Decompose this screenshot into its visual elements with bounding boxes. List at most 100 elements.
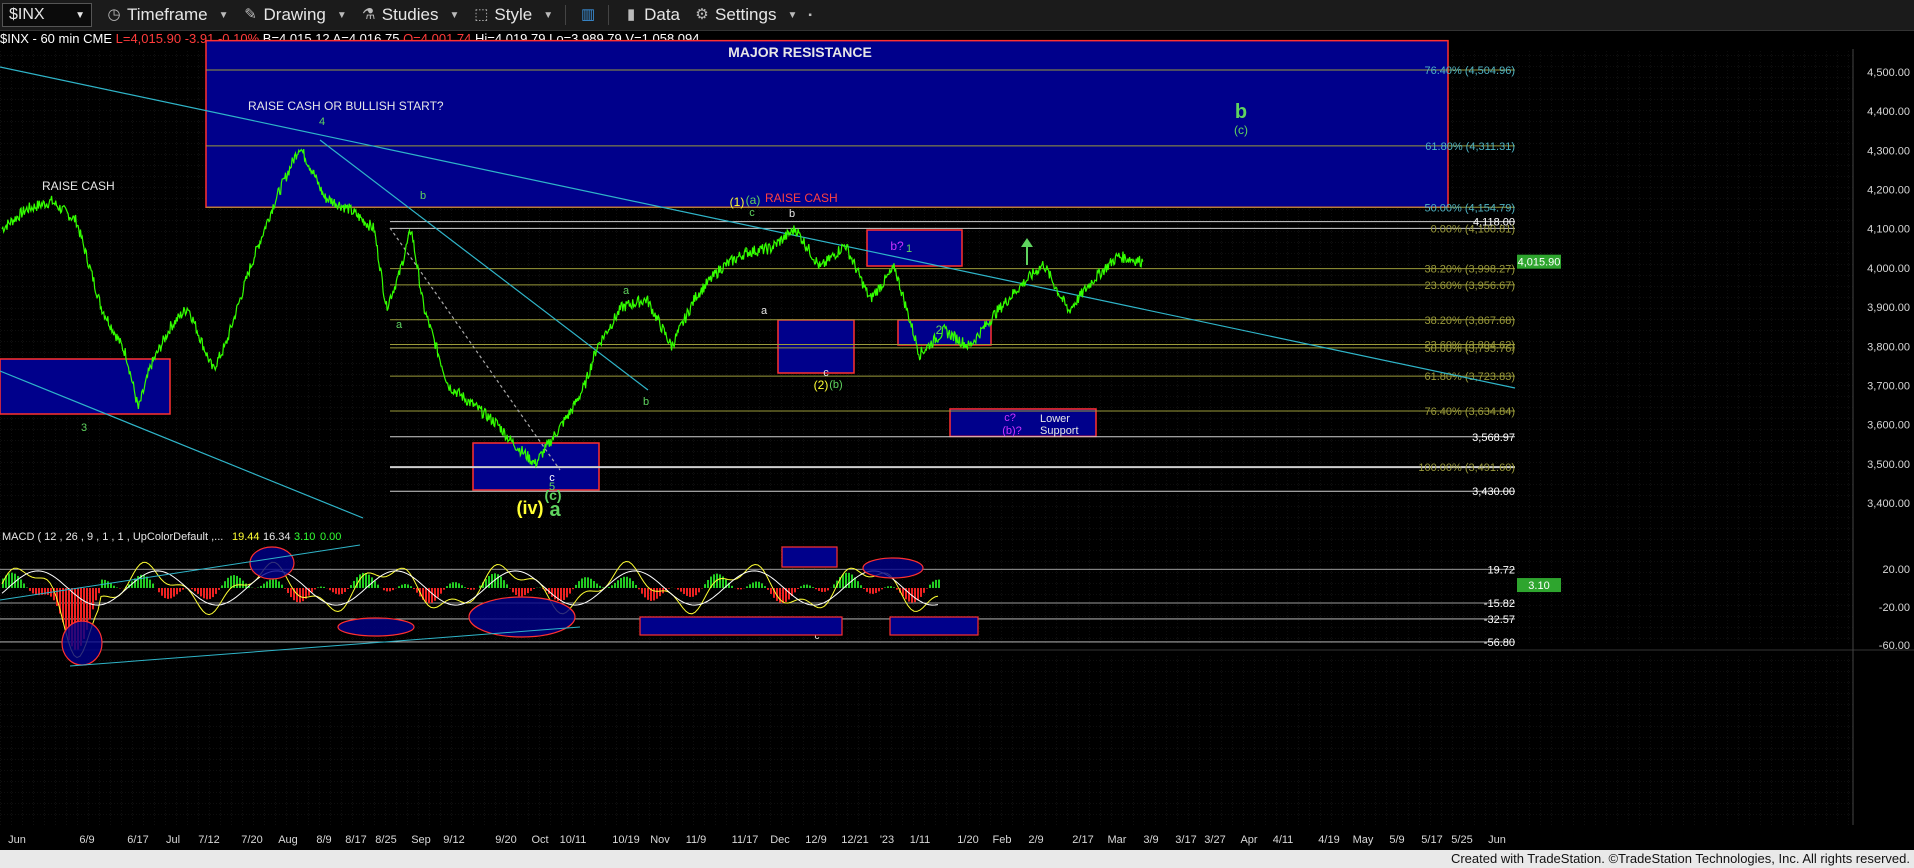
wave-annotation: b [1235,101,1247,123]
macd-histogram-bar [425,588,427,603]
macd-histogram-bar [938,579,940,588]
x-tick-label: 5/9 [1389,834,1404,846]
y-tick-label: 4,500.00 [1867,67,1910,79]
y-tick-label: 3,800.00 [1867,341,1910,353]
fib-level-label: 3,430.00 [1472,486,1515,498]
x-tick-label: 3/17 [1175,834,1196,846]
macd-histogram-bar [692,588,694,597]
macd-histogram-bar [887,586,889,588]
wave-annotation: c [749,207,755,219]
macd-histogram-bar [506,584,508,588]
macd-histogram-bar [464,587,466,588]
macd-histogram-bar [266,581,268,588]
macd-histogram-bar [824,588,826,592]
macd-histogram-bar [932,581,934,588]
macd-histogram-bar [893,587,895,588]
macd-histogram-bar [215,588,217,594]
x-tick-label: 6/17 [127,834,148,846]
wave-annotation: b [420,190,426,202]
wave-annotation: b [643,396,649,408]
macd-histogram-bar [446,586,448,588]
fib-level-label: 100.00% (3,491.60) [1418,462,1515,474]
x-tick-label: 1/11 [910,834,931,846]
wave-annotation: RAISE CASH [765,191,838,205]
wave-annotation: 2 [936,323,943,337]
macd-histogram-bar [176,588,178,595]
macd-histogram-bar [311,588,313,593]
macd-histogram-bar [173,588,175,597]
macd-histogram-bar [23,583,25,588]
macd-histogram-bar [431,588,433,603]
macd-box [781,546,838,568]
x-tick-label: 12/9 [805,834,826,846]
macd-histogram-bar [149,579,151,588]
macd-histogram-bar [95,588,97,601]
macd-histogram-bar [467,588,469,589]
macd-histogram-bar [782,588,784,604]
macd-histogram-bar [32,588,34,594]
macd-histogram-bar [470,588,472,590]
macd-histogram-bar [731,585,733,588]
macd-histogram-bar [455,582,457,588]
macd-histogram-bar [524,588,526,596]
macd-histogram-bar [704,584,706,588]
macd-histogram-bar [806,584,808,588]
x-tick-label: Oct [531,834,548,846]
fib-level-label: 61.80% (4,311.31) [1425,141,1515,153]
wave-annotation: (a) [746,193,761,207]
x-tick-label: Mar [1108,834,1127,846]
fib-level-label: 38.20% (3,998.27) [1424,264,1515,276]
macd-histogram-bar [284,588,286,589]
macd-ellipse [249,546,295,580]
macd-histogram-bar [815,588,817,590]
macd-histogram-bar [767,588,769,590]
macd-histogram-bar [926,588,928,589]
macd-histogram-bar [935,579,937,588]
macd-histogram-bar [890,586,892,588]
fib-level-label: 3,568.97 [1472,432,1515,444]
macd-histogram-bar [278,581,280,588]
macd-histogram-bar [857,581,859,588]
macd-histogram-bar [749,584,751,588]
macd-histogram-bar [323,586,325,588]
macd-histogram-bar [560,588,562,602]
macd-histogram-bar [569,588,571,594]
macd-histogram-bar [107,581,109,588]
x-tick-label: Feb [993,834,1012,846]
macd-histogram-bar [803,584,805,588]
zone-major-resistance [205,39,1449,209]
y-tick-label: 4,300.00 [1867,145,1910,157]
macd-ellipse [61,620,103,666]
x-tick-label: 5/17 [1421,834,1442,846]
macd-histogram-bar [350,585,352,588]
x-tick-label: 1/20 [957,834,978,846]
x-tick-label: 10/19 [612,834,640,846]
macd-value-2: 16.34 [263,531,291,543]
macd-level-label: 19.72 [1487,564,1515,576]
macd-histogram-bar [533,588,535,589]
macd-histogram-bar [860,585,862,588]
macd-histogram-bar [161,588,163,596]
macd-histogram-bar [158,588,160,593]
macd-histogram-bar [758,581,760,588]
x-tick-label: 9/12 [443,834,464,846]
macd-level-label: -15.82 [1484,598,1515,610]
macd-histogram-bar [821,588,823,592]
macd-histogram-bar [47,588,49,595]
x-tick-label: 8/9 [316,834,331,846]
macd-histogram-bar [686,588,688,596]
wave-annotation: a [549,499,561,521]
macd-histogram-bar [272,578,274,588]
fib-level-label: 0.00% (4,100.81) [1431,223,1515,235]
price-chart[interactable]: MAJOR RESISTANCE LowerSupport 76.40% (4,5… [0,0,1914,868]
macd-histogram-bar [503,580,505,588]
macd-histogram-bar [644,588,646,598]
macd-histogram-bar [659,588,661,597]
wave-annotation: b? [890,239,904,253]
macd-histogram-bar [599,585,601,588]
macd-histogram-bar [578,581,580,588]
wave-annotation: a [761,305,768,317]
y-tick-label: 4,000.00 [1867,263,1910,275]
x-tick-label: 11/17 [732,834,759,846]
macd-histogram-bar [632,581,634,588]
